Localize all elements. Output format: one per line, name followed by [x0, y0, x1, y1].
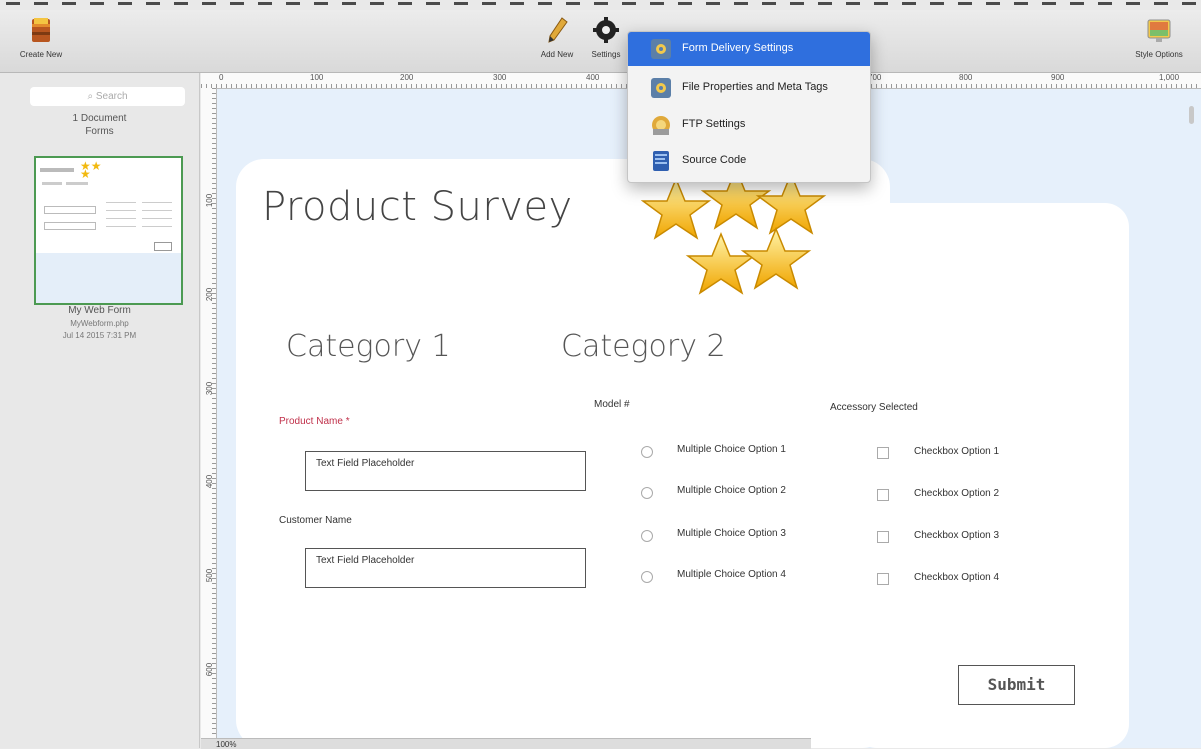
create-new-button[interactable]: Create New [18, 16, 64, 59]
product-name-label: Product Name * [279, 416, 350, 427]
model-label: Model # [594, 399, 630, 410]
horizontal-scrollbar[interactable] [201, 738, 811, 749]
document-date: Jul 14 2015 7:31 PM [62, 331, 137, 340]
radio-option-1[interactable] [641, 446, 653, 458]
menu-item-ftp-settings[interactable]: FTP Settings [628, 108, 870, 142]
customer-name-input[interactable]: Text Field Placeholder [305, 548, 586, 588]
radio-option-label: Multiple Choice Option 2 [677, 485, 786, 496]
vertical-scrollbar[interactable] [1189, 106, 1194, 124]
checkbox-option-2[interactable] [877, 489, 889, 501]
palette-image-icon [1147, 19, 1171, 42]
pencil-icon [548, 17, 568, 43]
style-options-label: Style Options [1135, 50, 1183, 59]
checkbox-option-label: Checkbox Option 3 [914, 530, 1000, 541]
ruler-label: 900 [1051, 73, 1065, 82]
ruler-label: 500 [205, 568, 215, 583]
gear-icon [593, 17, 619, 43]
radio-option-4[interactable] [641, 571, 653, 583]
ruler-label: 100 [310, 73, 324, 82]
ruler-label: 100 [205, 193, 215, 208]
radio-option-label: Multiple Choice Option 4 [677, 569, 786, 580]
category-1-heading[interactable]: Category 1 [286, 329, 451, 364]
document-count: 1 Document [72, 113, 127, 124]
menu-item-form-delivery-settings[interactable]: Form Delivery Settings [628, 32, 870, 66]
menu-item-file-properties[interactable]: File Properties and Meta Tags [628, 71, 870, 105]
vertical-ruler: 100 200 300 400 500 600 [201, 88, 217, 748]
style-options-button[interactable]: Style Options [1126, 16, 1192, 59]
add-new-button[interactable]: Add New [535, 16, 579, 59]
settings-label: Settings [591, 50, 621, 59]
radio-option-label: Multiple Choice Option 1 [677, 444, 786, 455]
ftp-icon [652, 116, 670, 135]
radio-option-2[interactable] [641, 487, 653, 499]
customer-name-placeholder: Text Field Placeholder [316, 555, 415, 566]
ruler-label: 600 [205, 662, 215, 677]
checkbox-option-label: Checkbox Option 4 [914, 572, 1000, 583]
checkbox-option-label: Checkbox Option 2 [914, 488, 1000, 499]
create-new-label: Create New [19, 50, 63, 59]
form-settings-icon [651, 39, 671, 59]
document-name: My Web Form [68, 305, 131, 316]
category-2-heading[interactable]: Category 2 [561, 329, 726, 364]
file-properties-icon [651, 78, 671, 98]
document-sidebar: ⌕ Search 1 Document Forms ★★ ★ My Web For… [0, 73, 200, 748]
menu-item-source-code[interactable]: Source Code [628, 144, 870, 178]
document-type: Forms [85, 126, 114, 137]
ruler-label: 200 [205, 287, 215, 302]
toolbar: Create New Add New Settings Style Option… [0, 10, 1201, 73]
ruler-label: 300 [493, 73, 507, 82]
window-top-border [0, 0, 1201, 10]
product-name-placeholder: Text Field Placeholder [316, 458, 415, 469]
search-field[interactable]: ⌕ Search [30, 87, 185, 106]
settings-button[interactable]: Settings [584, 16, 628, 59]
menu-item-label: FTP Settings [682, 118, 746, 130]
search-icon: ⌕ [87, 91, 94, 102]
submit-button[interactable]: Submit [958, 665, 1075, 705]
menu-item-label: Form Delivery Settings [682, 42, 794, 54]
form-title[interactable]: Product Survey [262, 184, 573, 230]
checkbox-option-3[interactable] [877, 531, 889, 543]
checkbox-option-label: Checkbox Option 1 [914, 446, 1000, 457]
ruler-label: 400 [586, 73, 600, 82]
search-placeholder: Search [95, 91, 128, 102]
menu-item-label: Source Code [682, 154, 747, 166]
checkbox-option-1[interactable] [877, 447, 889, 459]
design-canvas[interactable]: Product Survey Category 1 Category 2 Pro… [217, 89, 1201, 748]
stars-icon[interactable] [641, 159, 841, 319]
radio-option-3[interactable] [641, 530, 653, 542]
accessory-label: Accessory Selected [830, 402, 918, 413]
product-name-input[interactable]: Text Field Placeholder [305, 451, 586, 491]
document-filename: MyWebform.php [70, 319, 129, 328]
settings-dropdown-menu: Form Delivery Settings File Properties a… [627, 31, 871, 183]
ruler-label: 1,000 [1159, 73, 1180, 82]
ruler-label: 200 [400, 73, 414, 82]
checkbox-option-4[interactable] [877, 573, 889, 585]
menu-item-label: File Properties and Meta Tags [682, 81, 828, 93]
ruler-label: 0 [219, 73, 224, 82]
document-thumbnail[interactable]: ★★ ★ [34, 156, 183, 305]
add-new-label: Add New [540, 50, 574, 59]
source-code-icon [653, 151, 669, 171]
ruler-label: 400 [205, 474, 215, 489]
customer-name-label: Customer Name [279, 515, 352, 526]
ruler-label: 800 [959, 73, 973, 82]
ruler-label: 300 [205, 381, 215, 396]
radio-option-label: Multiple Choice Option 3 [677, 528, 786, 539]
book-stack-icon [32, 18, 50, 42]
